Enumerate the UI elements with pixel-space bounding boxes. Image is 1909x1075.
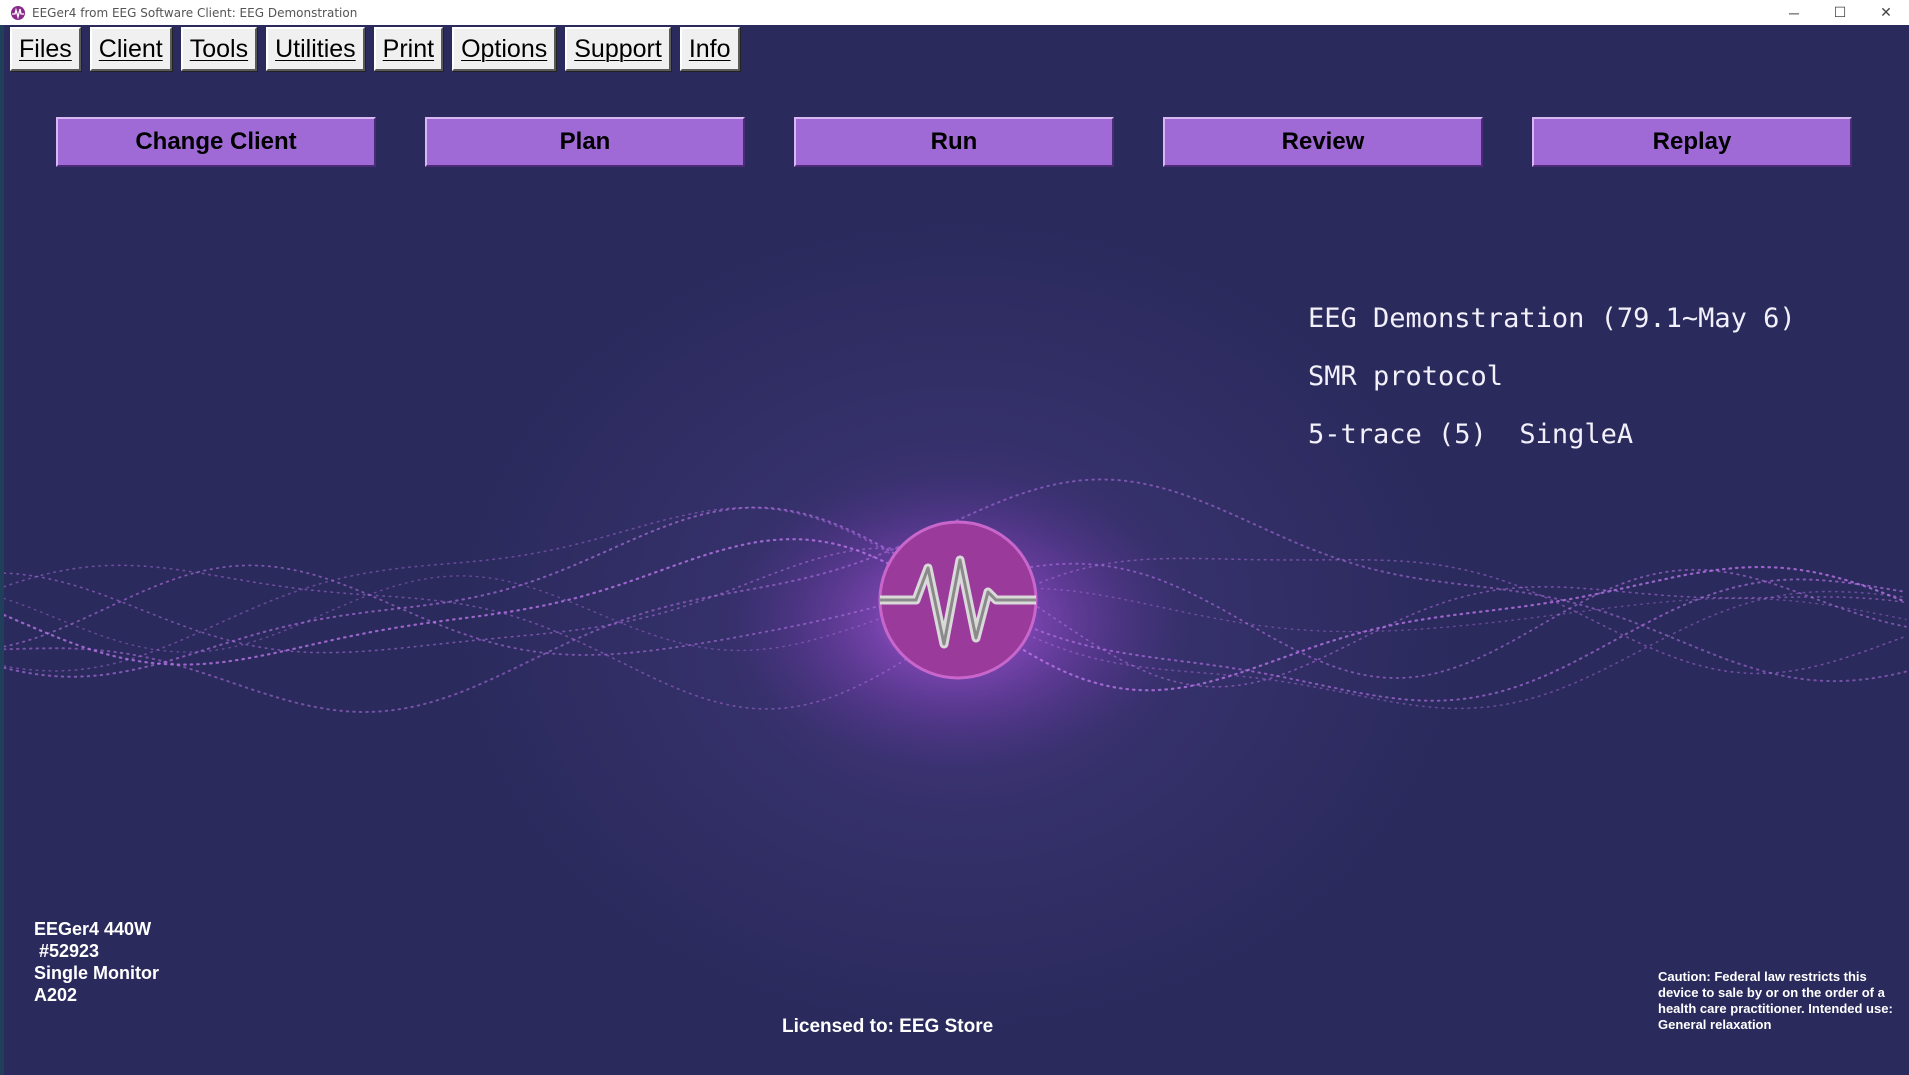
app-icon (11, 5, 25, 20)
menu-utilities[interactable]: Utilities (266, 27, 365, 71)
action-bar: Change Client Plan Run Review Replay (56, 117, 1856, 167)
product-code: A202 (34, 985, 78, 1005)
change-client-button[interactable]: Change Client (56, 117, 376, 167)
menu-options[interactable]: Options (452, 27, 557, 71)
main-area: Files Client Tools Utilities Print Optio… (4, 25, 1909, 1075)
menu-print[interactable]: Print (373, 27, 444, 71)
client-line: EEG Demonstration (79.1~May 6) (1308, 303, 1796, 334)
session-info: EEG Demonstration (79.1~May 6) SMR protoc… (1308, 290, 1796, 464)
window-title: EEGer4 from EEG Software Client: EEG Dem… (32, 5, 358, 20)
display-line: 5-trace (5) SingleA (1308, 419, 1634, 450)
minimize-button[interactable]: ─ (1771, 0, 1817, 25)
maximize-button[interactable]: ☐ (1817, 0, 1863, 25)
menu-info[interactable]: Info (679, 27, 740, 71)
product-monitor: Single Monitor (34, 963, 159, 983)
plan-button[interactable]: Plan (425, 117, 745, 167)
run-button[interactable]: Run (794, 117, 1114, 167)
menu-client[interactable]: Client (89, 27, 172, 71)
protocol-line: SMR protocol (1308, 361, 1504, 392)
menu-tools[interactable]: Tools (180, 27, 258, 71)
caution-text: Caution: Federal law restricts this devi… (1658, 969, 1893, 1032)
product-info: EEGer4 440W #52923 Single Monitor A202 (34, 918, 159, 1006)
review-button[interactable]: Review (1163, 117, 1483, 167)
license-text: Licensed to: EEG Store (782, 1016, 994, 1037)
close-button[interactable]: ✕ (1863, 0, 1909, 25)
menu-files[interactable]: Files (10, 27, 81, 71)
window-titlebar: EEGer4 from EEG Software Client: EEG Dem… (0, 0, 1909, 26)
eeg-wave-logo-icon (878, 520, 1038, 680)
menu-bar: Files Client Tools Utilities Print Optio… (10, 27, 740, 71)
product-name: EEGer4 440W (34, 919, 152, 939)
replay-button[interactable]: Replay (1532, 117, 1852, 167)
menu-support[interactable]: Support (565, 27, 671, 71)
product-serial: #52923 (34, 941, 100, 961)
